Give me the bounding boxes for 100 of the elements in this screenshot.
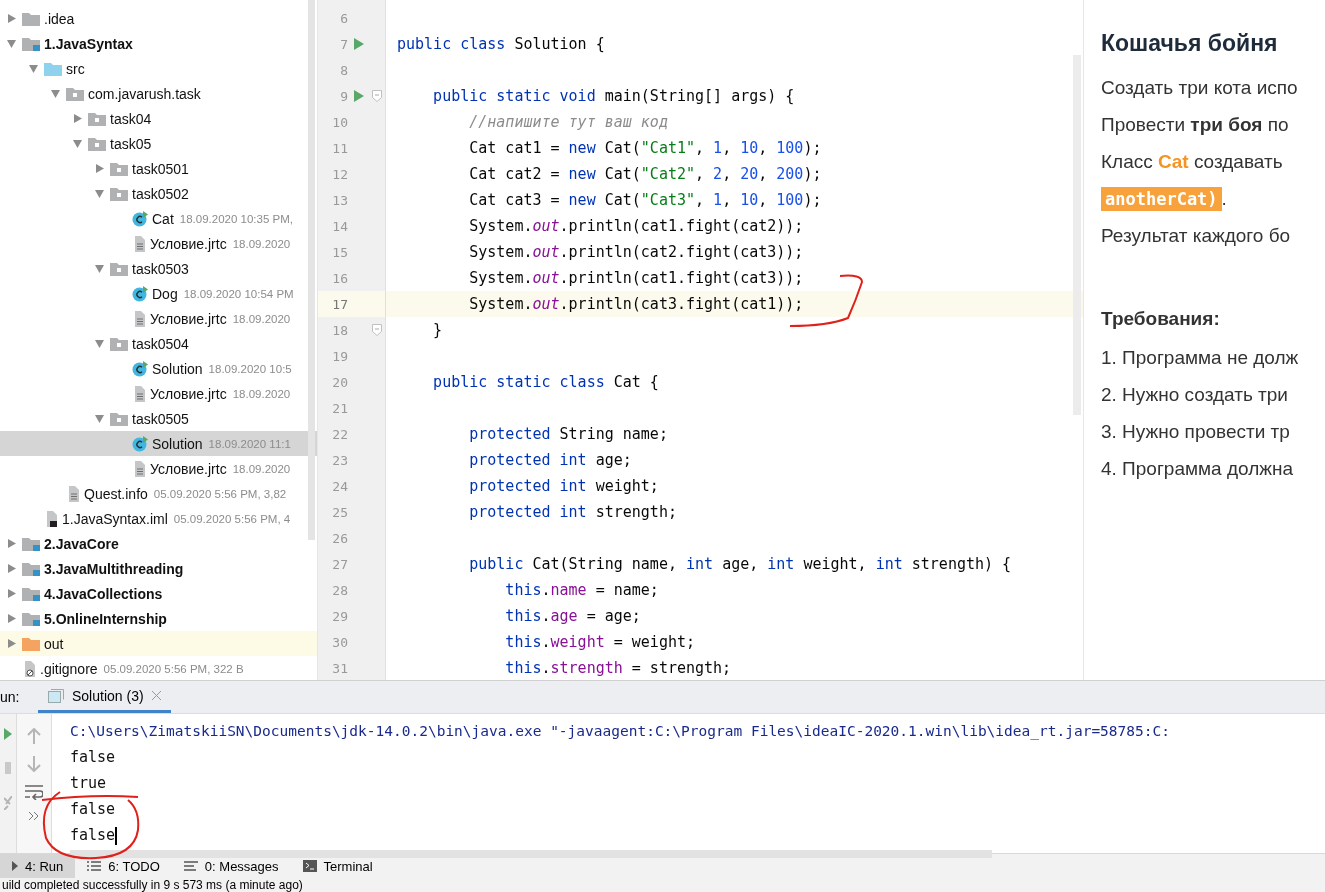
more-icon[interactable] (29, 812, 39, 820)
line-number: 30 (331, 634, 348, 650)
tree-item[interactable]: .idea (0, 6, 317, 31)
expanded-arrow-icon[interactable] (94, 414, 104, 423)
expanded-arrow-icon[interactable] (72, 139, 82, 148)
tree-item[interactable]: Solution 18.09.2020 10:5 (0, 356, 317, 381)
line-number: 26 (331, 530, 348, 546)
tree-item[interactable]: 3.JavaMultithreading (0, 556, 317, 581)
tree-item[interactable]: Solution 18.09.2020 11:1 (0, 431, 317, 456)
tree-item[interactable]: 1.JavaSyntax (0, 31, 317, 56)
tree-item[interactable]: 2.JavaCore (0, 531, 317, 556)
run-tab[interactable]: Solution (3) (38, 681, 171, 713)
tree-item[interactable]: task04 (0, 106, 317, 131)
tree-item[interactable]: 1.JavaSyntax.iml 05.09.2020 5:56 PM, 4 (0, 506, 317, 531)
line-number: 29 (331, 608, 348, 624)
expanded-arrow-icon[interactable] (28, 64, 38, 73)
tree-item[interactable]: task0504 (0, 331, 317, 356)
tree-item[interactable]: out (0, 631, 317, 656)
folder-icon (22, 586, 40, 601)
line-number: 17 (331, 296, 348, 312)
tree-item[interactable]: Условие.jrtc 18.09.2020 (0, 231, 317, 256)
code-line: this.name = name; (504, 581, 659, 599)
tree-item[interactable]: Cat 18.09.2020 10:35 PM, (0, 206, 317, 231)
line-number: 21 (331, 400, 348, 416)
tree-item[interactable]: 4.JavaCollections (0, 581, 317, 606)
folder-icon (66, 86, 84, 101)
class-icon (132, 285, 148, 302)
tree-item[interactable]: Quest.info 05.09.2020 5:56 PM, 3,82 (0, 481, 317, 506)
expanded-arrow-icon[interactable] (6, 39, 16, 48)
tree-item[interactable]: task05 (0, 131, 317, 156)
tree-item[interactable]: task0505 (0, 406, 317, 431)
collapsed-arrow-icon[interactable] (6, 614, 16, 623)
code-line: protected String name; (468, 425, 668, 443)
line-number: 23 (331, 452, 348, 468)
file-icon (44, 510, 58, 527)
collapsed-arrow-icon[interactable] (6, 639, 16, 648)
expanded-arrow-icon[interactable] (94, 189, 104, 198)
description-text: Класс Cat создавать (1101, 150, 1284, 174)
line-number: 11 (331, 140, 348, 156)
collapsed-arrow-icon[interactable] (6, 14, 16, 23)
fold-icon[interactable] (372, 324, 382, 336)
run-icon[interactable] (354, 90, 364, 102)
tree-item[interactable]: com.javarush.task (0, 81, 317, 106)
scrollbar[interactable] (308, 0, 315, 540)
line-number: 9 (339, 88, 348, 104)
code-line: System.out.println(cat1.fight(cat3)); (468, 269, 804, 287)
requirement-item: 4. Программа должна (1101, 457, 1295, 481)
run-icon[interactable] (354, 38, 364, 50)
tool-window-tab[interactable]: 4: Run (0, 854, 76, 878)
folder-icon (110, 161, 128, 176)
line-number: 25 (331, 504, 348, 520)
expanded-arrow-icon[interactable] (94, 264, 104, 273)
up-arrow-icon[interactable] (27, 728, 41, 744)
tree-item[interactable]: task0502 (0, 181, 317, 206)
tree-item[interactable]: task0503 (0, 256, 317, 281)
tool-window-tab[interactable]: Terminal (290, 854, 385, 878)
collapsed-arrow-icon[interactable] (94, 164, 104, 173)
folder-icon (110, 261, 128, 276)
code-line: Cat cat2 = new Cat("Cat2", 2, 20, 200); (468, 165, 822, 183)
wrap-icon[interactable] (25, 784, 43, 800)
code-line: System.out.println(cat2.fight(cat3)); (468, 243, 804, 261)
code-line: public Cat(String name, int age, int weight, int strength) { (468, 555, 1012, 573)
file-icon (132, 310, 146, 327)
expanded-arrow-icon[interactable] (94, 339, 104, 348)
lines-icon (183, 861, 198, 871)
tree-item[interactable]: src (0, 56, 317, 81)
line-number: 20 (331, 374, 348, 390)
collapsed-arrow-icon[interactable] (6, 539, 16, 548)
line-number: 10 (331, 114, 348, 130)
close-icon[interactable] (151, 691, 161, 700)
line-number: 19 (331, 348, 348, 364)
tree-item[interactable]: .gitignore 05.09.2020 5:56 PM, 322 B (0, 656, 317, 680)
file-icon (132, 235, 146, 252)
down-arrow-icon[interactable] (27, 756, 41, 772)
code-line: protected int strength; (468, 503, 677, 521)
line-number: 22 (331, 426, 348, 442)
class-icon (132, 210, 148, 227)
folder-icon (22, 11, 40, 26)
line-number: 16 (331, 270, 348, 286)
tree-item[interactable]: Условие.jrtc 18.09.2020 (0, 381, 317, 406)
tree-item[interactable]: Условие.jrtc 18.09.2020 (0, 456, 317, 481)
line-number: 8 (339, 62, 348, 78)
tool-window-tab[interactable]: 6: TODO (75, 854, 172, 878)
line-number: 6 (339, 10, 348, 26)
expanded-arrow-icon[interactable] (50, 89, 60, 98)
folder-icon (110, 186, 128, 201)
tool-window-tab[interactable]: 0: Messages (171, 854, 291, 878)
run-icon[interactable] (4, 728, 12, 740)
pin-icon[interactable] (4, 796, 12, 810)
scrollbar[interactable] (70, 850, 992, 858)
fold-icon[interactable] (372, 90, 382, 102)
tree-item[interactable]: Условие.jrtc 18.09.2020 (0, 306, 317, 331)
code-line: Cat cat3 = new Cat("Cat3", 1, 10, 100); (468, 191, 822, 209)
code-line: } (432, 321, 443, 339)
tree-item[interactable]: 5.OnlineInternship (0, 606, 317, 631)
tree-item[interactable]: Dog 18.09.2020 10:54 PM (0, 281, 317, 306)
tree-item[interactable]: task0501 (0, 156, 317, 181)
collapsed-arrow-icon[interactable] (6, 564, 16, 573)
collapsed-arrow-icon[interactable] (72, 114, 82, 123)
collapsed-arrow-icon[interactable] (6, 589, 16, 598)
